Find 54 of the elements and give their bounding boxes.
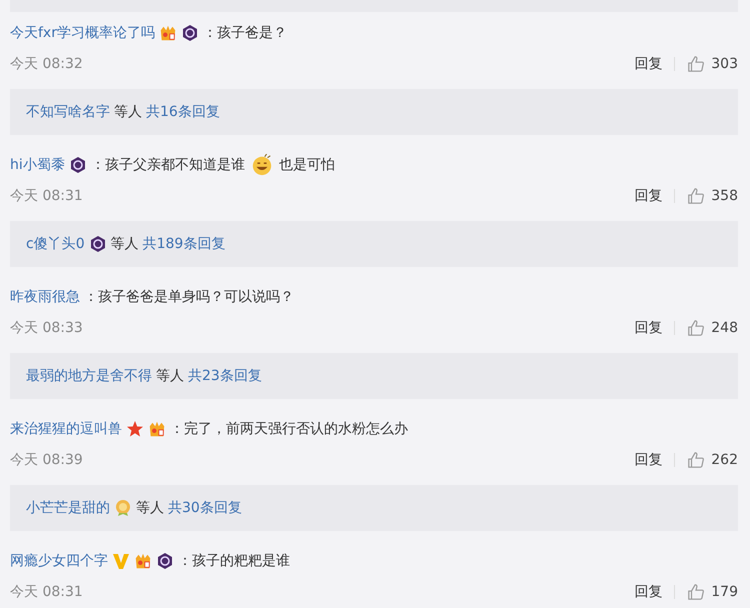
username-link[interactable]: 来治猩猩的逗叫兽 (10, 420, 122, 438)
comment-time: 今天 08:31 (10, 583, 83, 601)
username-link[interactable]: 网瘾少女四个字 (10, 552, 108, 570)
reply-count-link[interactable]: 共30条回复 (168, 499, 242, 517)
reply-count-link[interactable]: 共189条回复 (142, 235, 226, 253)
thumbs-up-icon[interactable] (687, 451, 706, 469)
comment-text: 也是可怕 (278, 156, 335, 174)
verified-v-icon (112, 552, 130, 570)
comment-text: ：孩子的粑粑是谁 (178, 552, 290, 570)
thumbs-up-icon[interactable] (687, 55, 706, 73)
like-count: 248 (711, 320, 738, 336)
fan-badge-icon (134, 552, 152, 570)
fan-badge-icon (158, 24, 177, 42)
like-count: 358 (711, 188, 738, 204)
username-link[interactable]: 今天fxr学习概率论了吗 (10, 24, 155, 42)
comment-time: 今天 08:39 (10, 451, 83, 469)
username-link[interactable]: 最弱的地方是舍不得 (26, 367, 152, 385)
reply-count-link[interactable]: 共23条回复 (188, 367, 262, 385)
fan-badge-icon (148, 420, 166, 438)
reply-link[interactable]: 回复 (634, 319, 662, 337)
star-icon (126, 420, 144, 438)
like-count: 303 (711, 56, 738, 72)
thumbs-up-icon[interactable] (687, 319, 706, 337)
reply-link[interactable]: 回复 (634, 451, 662, 469)
comment-time: 今天 08:32 (10, 55, 83, 73)
thumbs-up-icon[interactable] (687, 187, 706, 205)
night-badge-icon (180, 24, 199, 42)
reply-count-link[interactable]: 共16条回复 (146, 103, 220, 121)
others-label: 等人 (110, 235, 139, 253)
username-link[interactable]: c傻丫头0 (26, 235, 85, 253)
username-link[interactable]: 昨夜雨很急 (10, 288, 80, 306)
comment-text: ：孩子父亲都不知道是谁 (90, 156, 245, 174)
night-badge-icon (156, 552, 174, 570)
reply-link[interactable]: 回复 (634, 187, 662, 205)
reply-link[interactable]: 回复 (634, 583, 662, 601)
grinning-face-icon (250, 154, 273, 176)
like-count: 262 (711, 452, 738, 468)
medal-icon (114, 499, 132, 517)
others-label: 等人 (156, 367, 184, 385)
reply-link[interactable]: 回复 (634, 55, 662, 73)
username-link[interactable]: 不知写啥名字 (26, 103, 110, 121)
thumbs-up-icon[interactable] (687, 583, 706, 601)
like-count: 179 (711, 584, 738, 600)
others-label: 等人 (114, 103, 142, 121)
night-badge-icon (88, 235, 107, 253)
comment-text: ：完了，前两天强行否认的水粉怎么办 (170, 420, 408, 438)
comment-text: ：孩子爸是？ (202, 24, 287, 42)
night-badge-icon (68, 156, 87, 174)
username-link[interactable]: 小芒芒是甜的 (26, 499, 110, 517)
comment-time: 今天 08:31 (10, 187, 83, 205)
comment-time: 今天 08:33 (10, 319, 83, 337)
username-link[interactable]: hi小蜀黍 (10, 156, 65, 174)
others-label: 等人 (136, 499, 164, 517)
comment-text: ：孩子爸爸是单身吗？可以说吗？ (84, 288, 294, 306)
